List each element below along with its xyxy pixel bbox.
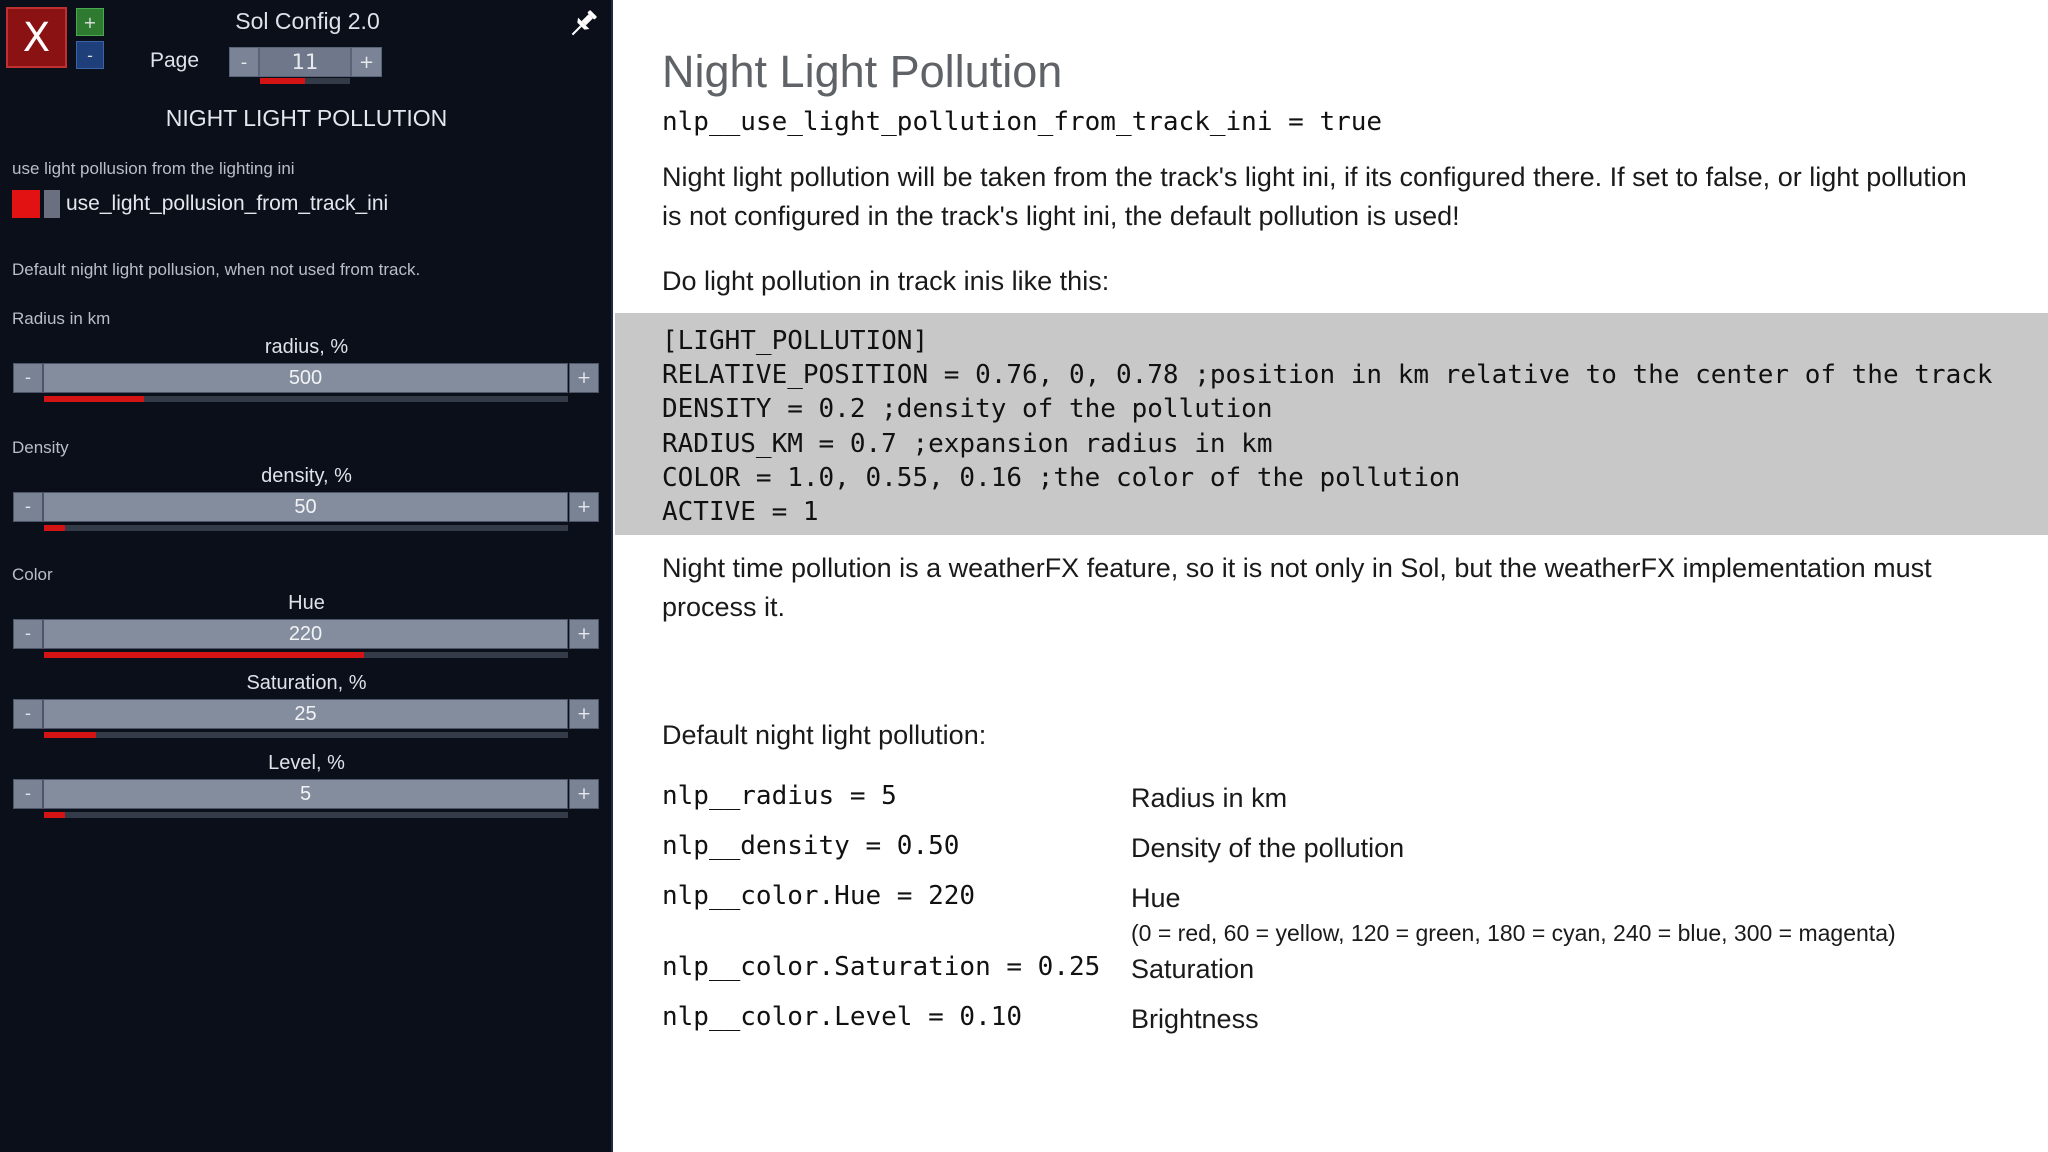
page-increment-button[interactable]: +: [351, 47, 382, 77]
default-key-hue: nlp__color.Hue = 220: [662, 881, 976, 911]
checkbox-label: use_light_pollusion_from_track_ini: [66, 192, 389, 215]
hue-fill: [44, 652, 364, 658]
density-increment-button[interactable]: +: [569, 492, 599, 522]
hue-decrement-button[interactable]: -: [13, 619, 43, 649]
pin-button[interactable]: [565, 6, 601, 42]
saturation-decrement-button[interactable]: -: [13, 699, 43, 729]
level-slider[interactable]: 5: [43, 779, 568, 809]
saturation-slider-title: Saturation, %: [246, 672, 367, 694]
level-decrement-button[interactable]: -: [13, 779, 43, 809]
code-line: RADIUS_KM = 0.7 ;expansion radius in km: [662, 429, 1273, 459]
window-minus-button[interactable]: -: [76, 41, 104, 69]
default-key-density: nlp__density = 0.50: [662, 831, 960, 861]
default-desc-radius: Radius in km: [1131, 783, 1288, 813]
density-slider-title: density, %: [261, 465, 352, 487]
config-panel: X + - Sol Config 2.0 Page - 11 + NIGHT L…: [0, 0, 613, 1152]
minus-icon: -: [24, 624, 32, 644]
density-slider[interactable]: 50: [43, 492, 568, 522]
saturation-fill-track: [44, 732, 568, 738]
plus-icon: +: [576, 624, 592, 644]
code-line: DENSITY = 0.2 ;density of the pollution: [662, 394, 1273, 424]
default-desc-density: Density of the pollution: [1131, 833, 1405, 863]
doc-paragraph-3: Night time pollution is a weatherFX feat…: [662, 553, 1932, 622]
minus-icon: -: [87, 45, 93, 65]
radius-slider-title: radius, %: [264, 336, 349, 358]
level-slider-title: Level, %: [268, 752, 345, 774]
hue-slider-title: Hue: [288, 592, 325, 614]
default-desc-saturation: Saturation: [1131, 954, 1255, 984]
radius-slider[interactable]: 500: [43, 363, 568, 393]
radius-group-label: Radius in km: [12, 309, 111, 328]
page-decrement-button[interactable]: -: [229, 47, 259, 77]
use-track-ini-checkbox[interactable]: [12, 190, 40, 218]
doc-paragraph-1: Night light pollution will be taken from…: [662, 162, 1967, 231]
app-title: Sol Config 2.0: [235, 8, 380, 34]
pin-icon: [571, 10, 597, 36]
option-description: use light pollusion from the lighting in…: [12, 159, 295, 178]
checkbox-handle[interactable]: [44, 190, 60, 218]
default-key-level: nlp__color.Level = 0.10: [662, 1002, 1023, 1032]
section-title: NIGHT LIGHT POLLUTION: [165, 105, 448, 131]
doc-title: Night Light Pollution: [662, 46, 1063, 97]
close-icon: X: [22, 14, 51, 61]
page-number-field[interactable]: 11: [259, 47, 351, 77]
code-line: RELATIVE_POSITION = 0.76, 0, 0.78 ;posit…: [662, 360, 1993, 390]
default-description: Default night light pollusion, when not …: [12, 260, 421, 279]
saturation-fill: [44, 732, 96, 738]
code-line: ACTIVE = 1: [662, 497, 819, 527]
minus-icon: -: [24, 368, 32, 388]
page-progress-fill: [260, 78, 305, 84]
setting-code: nlp__use_light_pollution_from_track_ini …: [662, 107, 1383, 137]
default-key-radius: nlp__radius = 5: [662, 781, 897, 811]
saturation-slider[interactable]: 25: [43, 699, 568, 729]
density-decrement-button[interactable]: -: [13, 492, 43, 522]
density-fill: [44, 525, 65, 531]
level-fill-track: [44, 812, 568, 818]
defaults-heading: Default night light pollution:: [662, 720, 987, 750]
plus-icon: +: [358, 51, 375, 73]
hue-increment-button[interactable]: +: [569, 619, 599, 649]
code-line: [LIGHT_POLLUTION]: [662, 326, 929, 356]
minus-icon: -: [240, 51, 248, 73]
doc-paragraph-2: Do light pollution in track inis like th…: [662, 266, 1110, 296]
default-desc-hue: Hue: [1131, 883, 1181, 913]
radius-increment-button[interactable]: +: [569, 363, 599, 393]
window-plus-button[interactable]: +: [76, 8, 104, 36]
radius-fill: [44, 396, 144, 402]
minus-icon: -: [24, 497, 32, 517]
color-group-label: Color: [12, 565, 53, 584]
plus-icon: +: [83, 12, 97, 32]
radius-decrement-button[interactable]: -: [13, 363, 43, 393]
hue-slider[interactable]: 220: [43, 619, 568, 649]
default-key-saturation: nlp__color.Saturation = 0.25: [662, 952, 1101, 982]
code-line: COLOR = 1.0, 0.55, 0.16 ;the color of th…: [662, 463, 1461, 493]
minus-icon: -: [24, 704, 32, 724]
default-desc-level: Brightness: [1131, 1004, 1259, 1034]
hue-note: (0 = red, 60 = yellow, 120 = green, 180 …: [1131, 920, 1896, 946]
saturation-increment-button[interactable]: +: [569, 699, 599, 729]
level-increment-button[interactable]: +: [569, 779, 599, 809]
page-label: Page: [150, 49, 200, 72]
plus-icon: +: [576, 368, 592, 388]
plus-icon: +: [576, 784, 592, 804]
plus-icon: +: [576, 704, 592, 724]
minus-icon: -: [24, 784, 32, 804]
density-group-label: Density: [12, 438, 69, 457]
density-fill-track: [44, 525, 568, 531]
level-fill: [44, 812, 65, 818]
close-button[interactable]: X: [6, 7, 67, 68]
plus-icon: +: [576, 497, 592, 517]
